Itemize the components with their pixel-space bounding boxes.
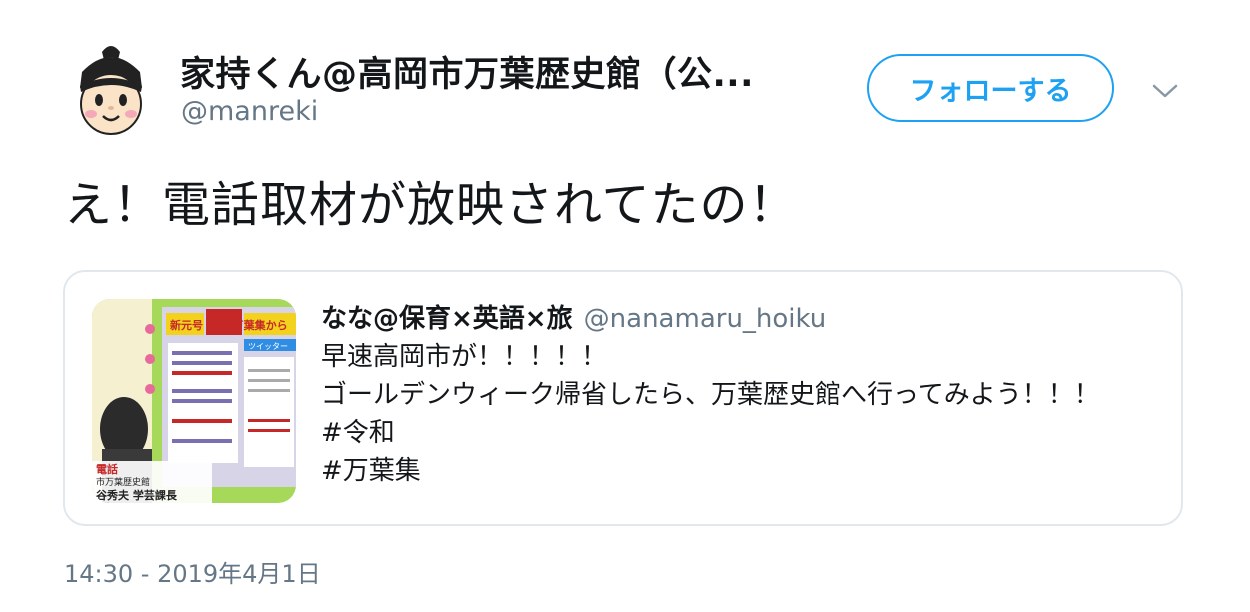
quoted-tweet-text: 早速高岡市が！！！！！ ゴールデンウィーク帰省したら、万葉歴史館へ行ってみよう！… bbox=[321, 338, 1100, 490]
cartoon-character-avatar-icon bbox=[62, 42, 160, 140]
hashtag-link[interactable]: #令和 bbox=[321, 414, 1100, 452]
quoted-tweet-thumbnail[interactable]: 新元号 令和 万葉集から ツイッター 電話 市万葉歴史館 谷秀夫 学芸課長 bbox=[92, 299, 296, 503]
tweet-timestamp[interactable]: 14:30 - 2019年4月1日 bbox=[64, 554, 321, 589]
author-display-name[interactable]: 家持くん@高岡市万葉歴史館（公... bbox=[180, 46, 754, 97]
follow-button[interactable]: フォローする bbox=[867, 54, 1114, 122]
quoted-tweet-header: なな@保育×英語×旅 @nanamaru_hoiku bbox=[321, 298, 826, 335]
tv-screenshot-image: 新元号 令和 万葉集から ツイッター 電話 市万葉歴史館 谷秀夫 学芸課長 bbox=[92, 299, 296, 503]
thumbnail-caption-3: 谷秀夫 学芸課長 bbox=[96, 488, 178, 502]
quoted-author-display-name[interactable]: なな@保育×英語×旅 bbox=[321, 304, 573, 334]
thumbnail-sub-text: ツイッター bbox=[248, 342, 288, 351]
tweet-text: え！電話取材が放映されてたの！ bbox=[64, 177, 798, 233]
thumbnail-caption-2: 市万葉歴史館 bbox=[96, 476, 150, 488]
tweet-menu-button[interactable] bbox=[1150, 76, 1180, 106]
thumbnail-caption-1: 電話 bbox=[96, 462, 118, 476]
author-handle[interactable]: @manreki bbox=[181, 96, 318, 127]
author-avatar[interactable] bbox=[62, 42, 160, 140]
quoted-tweet-line: ゴールデンウィーク帰省したら、万葉歴史館へ行ってみよう！！！ bbox=[321, 380, 1100, 410]
thumbnail-banner-text: 新元号 令和 万葉集から bbox=[170, 318, 288, 332]
quoted-tweet-card[interactable]: 新元号 令和 万葉集から ツイッター 電話 市万葉歴史館 谷秀夫 学芸課長 なな… bbox=[63, 270, 1183, 526]
quoted-tweet-line: 早速高岡市が！！！！！ bbox=[321, 342, 608, 372]
quoted-author-handle[interactable]: @nanamaru_hoiku bbox=[584, 304, 827, 334]
hashtag-link[interactable]: #万葉集 bbox=[321, 452, 1100, 490]
chevron-down-icon bbox=[1152, 84, 1178, 98]
